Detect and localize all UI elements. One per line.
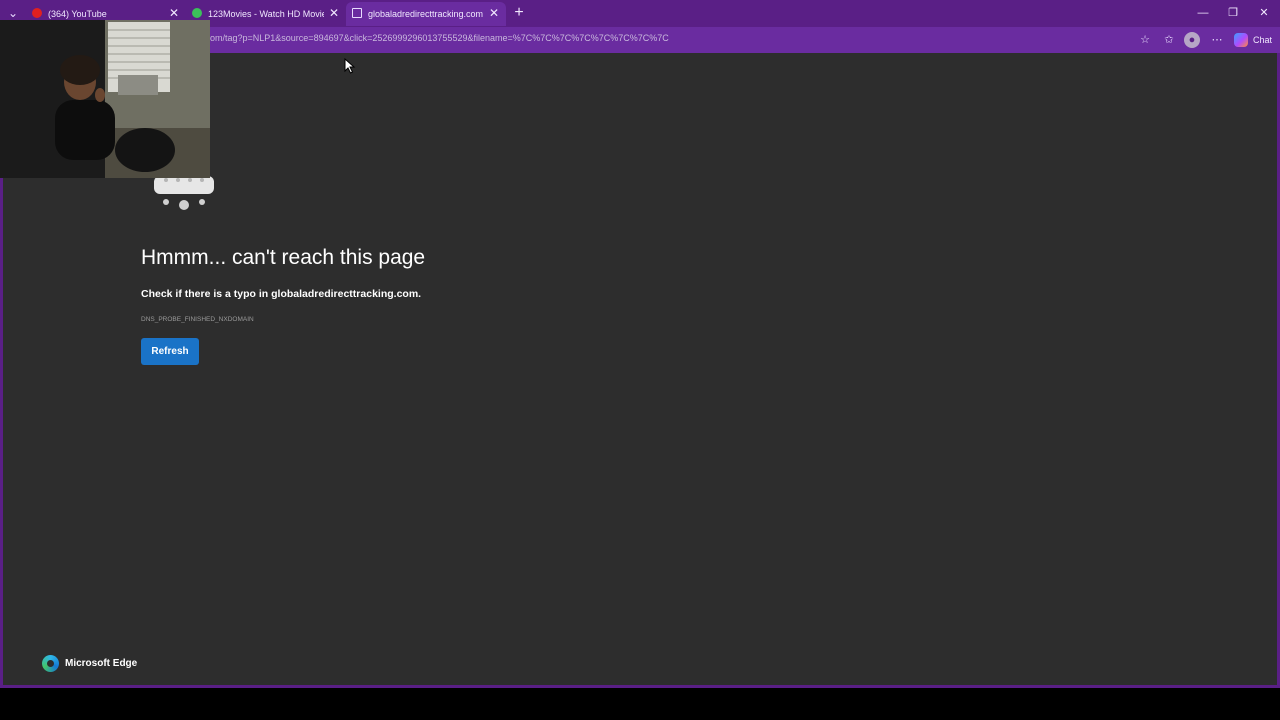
refresh-button[interactable]: Refresh [141, 338, 199, 365]
webcam-feed-image [0, 20, 210, 178]
copilot-icon [1234, 33, 1248, 47]
error-description: Check if there is a typo in globaladredi… [141, 288, 422, 300]
tab-123movies[interactable]: 123Movies - Watch HD Movies On ✕ [186, 2, 346, 26]
disconnected-cloud-icon [154, 176, 214, 210]
chat-label: Chat [1253, 35, 1273, 45]
restore-icon[interactable]: ❐ [1221, 4, 1245, 22]
window-close-icon[interactable]: ✕ [1252, 4, 1276, 22]
broken-page-icon [352, 8, 362, 18]
favorites-icon[interactable]: ✩ [1160, 31, 1178, 49]
favorite-star-icon[interactable]: ☆ [1136, 31, 1154, 49]
new-tab-icon[interactable]: + [510, 4, 528, 22]
play-circle-icon [192, 8, 202, 18]
tab-label: globaladredirecttracking.com [368, 9, 484, 19]
youtube-icon [32, 8, 42, 18]
letterbox-bar [0, 688, 1280, 720]
edge-label: Microsoft Edge [65, 658, 138, 669]
browser-window: ⌄ (364) YouTube ✕ 123Movies - Watch HD M… [0, 0, 1280, 688]
mouse-cursor-icon [344, 58, 356, 74]
edge-logo-icon [42, 655, 59, 672]
more-options-icon[interactable]: ⋯ [1208, 31, 1226, 49]
minimize-icon[interactable]: — [1191, 4, 1215, 22]
chat-button[interactable]: Chat [1232, 31, 1276, 49]
error-heading: Hmmm... can't reach this page [141, 246, 426, 269]
url-field[interactable]: om/tag?p=NLP1&source=894697&click=252699… [210, 33, 669, 43]
tab-globaladredirecttracking[interactable]: globaladredirecttracking.com ✕ [346, 2, 506, 26]
profile-avatar-icon[interactable]: ● [1184, 32, 1200, 48]
close-icon[interactable]: ✕ [327, 2, 341, 24]
tab-label: 123Movies - Watch HD Movies On [208, 9, 324, 19]
webcam-overlay [0, 20, 210, 178]
close-icon[interactable]: ✕ [487, 2, 501, 24]
error-code: DNS_PROBE_FINISHED_NXDOMAIN [141, 316, 254, 323]
